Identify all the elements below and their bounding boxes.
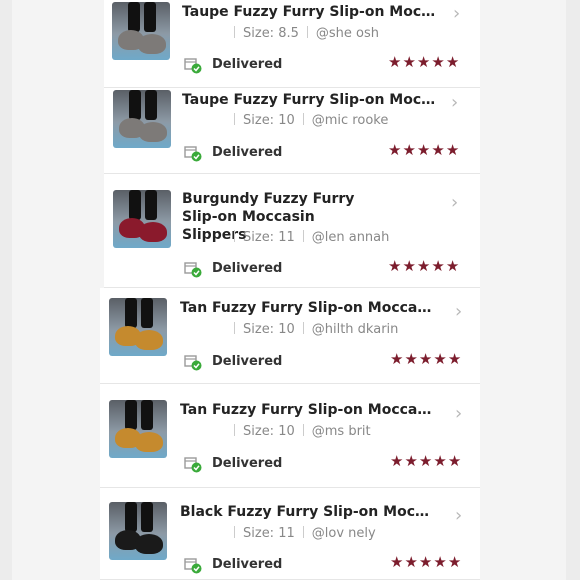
package-delivered-icon bbox=[184, 58, 202, 74]
star-icon: ★ bbox=[388, 141, 403, 159]
product-title[interactable]: Black Fuzzy Furry Slip-on Moccasin Slipp… bbox=[180, 503, 436, 521]
product-title[interactable]: Taupe Fuzzy Furry Slip-on Moccasin Slipp… bbox=[182, 3, 438, 21]
order-meta: Size: 8.5 @she osh bbox=[226, 26, 379, 41]
star-icon: ★ bbox=[431, 141, 446, 159]
star-icon: ★ bbox=[404, 553, 419, 571]
product-title[interactable]: Taupe Fuzzy Furry Slip-on Moccasin Slipp… bbox=[182, 91, 438, 109]
star-icon: ★ bbox=[416, 257, 432, 275]
rating-stars: ★★★★★ bbox=[390, 553, 462, 571]
size-label: Size: 10 bbox=[243, 322, 295, 337]
username-label: @lov nely bbox=[311, 526, 376, 541]
star-icon: ★ bbox=[416, 53, 432, 71]
star-icon: ★ bbox=[418, 553, 434, 571]
separator bbox=[234, 322, 235, 334]
star-icon: ★ bbox=[447, 452, 463, 470]
separator bbox=[234, 26, 235, 38]
star-icon: ★ bbox=[390, 452, 405, 470]
package-delivered-icon bbox=[184, 355, 202, 371]
star-icon: ★ bbox=[445, 53, 461, 71]
separator bbox=[302, 526, 304, 538]
product-thumbnail[interactable] bbox=[113, 190, 171, 248]
chevron-right-icon[interactable]: › bbox=[451, 92, 458, 113]
star-icon: ★ bbox=[390, 553, 405, 571]
star-icon: ★ bbox=[388, 53, 403, 71]
background-edge-left bbox=[0, 0, 12, 580]
background-edge-right bbox=[566, 0, 580, 580]
separator bbox=[306, 26, 308, 38]
star-icon: ★ bbox=[404, 350, 419, 368]
chevron-right-icon[interactable]: › bbox=[453, 3, 460, 24]
product-title[interactable]: Tan Fuzzy Furry Slip-on Moccasin Slipper… bbox=[180, 401, 436, 419]
product-thumbnail[interactable] bbox=[109, 400, 167, 458]
size-label: Size: 10 bbox=[243, 424, 295, 439]
separator bbox=[234, 526, 235, 538]
star-icon: ★ bbox=[404, 452, 419, 470]
chevron-right-icon[interactable]: › bbox=[455, 403, 462, 424]
star-icon: ★ bbox=[445, 257, 461, 275]
delivery-status: Delivered bbox=[212, 557, 283, 572]
delivery-status: Delivered bbox=[212, 456, 283, 471]
username-label: @len annah bbox=[311, 230, 390, 245]
separator bbox=[234, 113, 235, 125]
package-delivered-icon bbox=[184, 558, 202, 574]
separator bbox=[302, 322, 304, 334]
star-icon: ★ bbox=[433, 553, 448, 571]
package-delivered-icon bbox=[184, 262, 202, 278]
star-icon: ★ bbox=[402, 141, 417, 159]
product-thumbnail[interactable] bbox=[113, 90, 171, 148]
order-meta: Size: 10 @mic rooke bbox=[226, 113, 388, 128]
size-label: Size: 11 bbox=[243, 526, 295, 541]
rating-stars: ★★★★★ bbox=[388, 257, 460, 275]
star-icon: ★ bbox=[431, 257, 446, 275]
username-label: @mic rooke bbox=[311, 113, 389, 128]
rating-stars: ★★★★★ bbox=[388, 141, 460, 159]
star-icon: ★ bbox=[388, 257, 403, 275]
separator bbox=[302, 424, 304, 436]
star-icon: ★ bbox=[447, 350, 463, 368]
delivery-status: Delivered bbox=[212, 57, 283, 72]
product-thumbnail[interactable] bbox=[109, 502, 167, 560]
delivery-status: Delivered bbox=[212, 145, 283, 160]
chevron-right-icon[interactable]: › bbox=[455, 301, 462, 322]
username-label: @ms brit bbox=[311, 424, 371, 439]
separator bbox=[302, 230, 304, 242]
username-label: @she osh bbox=[315, 26, 379, 41]
product-thumbnail[interactable] bbox=[112, 2, 170, 60]
star-icon: ★ bbox=[402, 257, 417, 275]
star-icon: ★ bbox=[390, 350, 405, 368]
product-title[interactable]: Tan Fuzzy Furry Slip-on Moccasin Slipper… bbox=[180, 299, 436, 317]
order-meta: Size: 11 @lov nely bbox=[226, 526, 376, 541]
separator bbox=[234, 424, 235, 436]
product-thumbnail[interactable] bbox=[109, 298, 167, 356]
star-icon: ★ bbox=[418, 452, 434, 470]
rating-stars: ★★★★★ bbox=[390, 350, 462, 368]
size-label: Size: 10 bbox=[243, 113, 295, 128]
order-meta: Size: 10 @hilth dkarin bbox=[226, 322, 398, 337]
star-icon: ★ bbox=[445, 141, 461, 159]
username-label: @hilth dkarin bbox=[311, 322, 399, 337]
star-icon: ★ bbox=[433, 452, 448, 470]
chevron-right-icon[interactable]: › bbox=[455, 505, 462, 526]
package-delivered-icon bbox=[184, 457, 202, 473]
size-label: Size: 11 bbox=[243, 230, 295, 245]
star-icon: ★ bbox=[418, 350, 434, 368]
delivery-status: Delivered bbox=[212, 261, 283, 276]
star-icon: ★ bbox=[447, 553, 463, 571]
chevron-right-icon[interactable]: › bbox=[451, 192, 458, 213]
delivery-status: Delivered bbox=[212, 354, 283, 369]
order-meta: Size: 11 @len annah bbox=[226, 230, 389, 245]
star-icon: ★ bbox=[402, 53, 417, 71]
star-icon: ★ bbox=[431, 53, 446, 71]
size-label: Size: 8.5 bbox=[243, 26, 299, 41]
separator bbox=[234, 230, 235, 242]
package-delivered-icon bbox=[184, 146, 202, 162]
separator bbox=[302, 113, 304, 125]
star-icon: ★ bbox=[433, 350, 448, 368]
order-meta: Size: 10 @ms brit bbox=[226, 424, 371, 439]
star-icon: ★ bbox=[416, 141, 432, 159]
rating-stars: ★★★★★ bbox=[388, 53, 460, 71]
rating-stars: ★★★★★ bbox=[390, 452, 462, 470]
